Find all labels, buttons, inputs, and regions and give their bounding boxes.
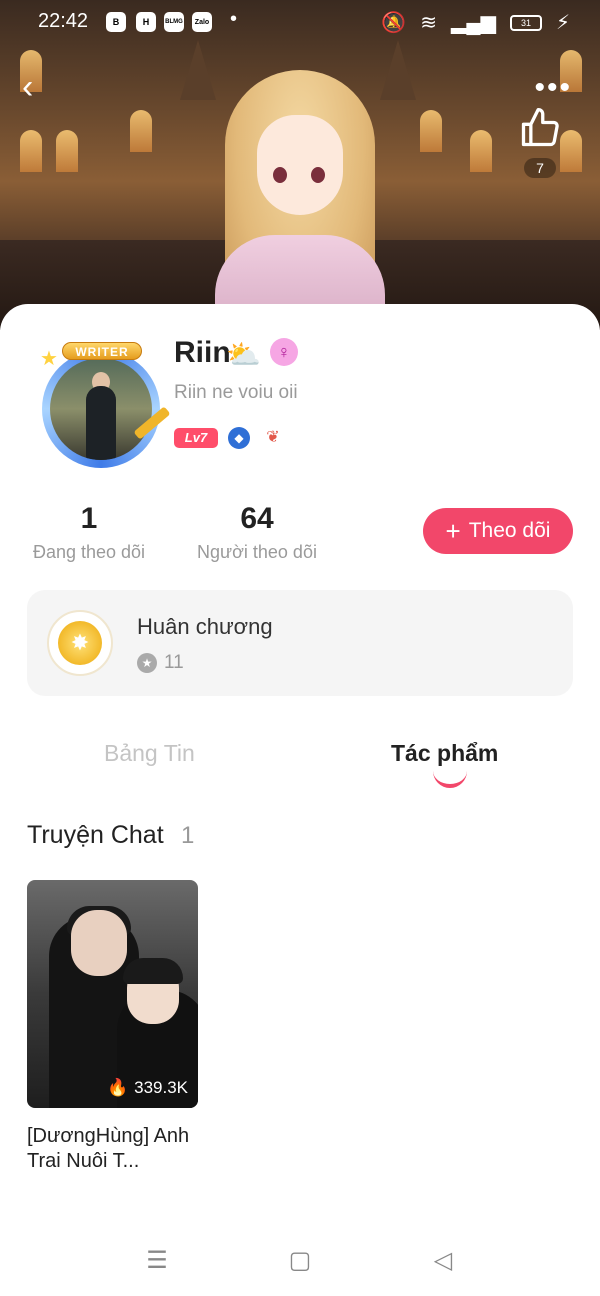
- followers-count: 64: [240, 502, 274, 535]
- section-count: 1: [181, 822, 195, 849]
- like-button[interactable]: [518, 106, 562, 155]
- star-icon: ★: [137, 653, 157, 673]
- female-gender-icon: ♀: [270, 338, 298, 366]
- following-stat[interactable]: 1 Đang theo dõi: [26, 502, 152, 563]
- fire-icon: 🔥: [106, 1078, 129, 1097]
- status-app-icon: B: [106, 12, 126, 32]
- writer-badge: WRITER: [62, 342, 142, 360]
- user-name: Riin: [174, 336, 231, 369]
- medal-icon: ✸: [47, 610, 113, 676]
- profile-banner: [0, 0, 600, 330]
- following-count: 1: [80, 502, 98, 535]
- battery-icon: 31: [509, 14, 542, 31]
- tab-feed[interactable]: Bảng Tin: [104, 740, 195, 767]
- medals-count: 11: [164, 652, 184, 673]
- status-app-icon: BLMG: [164, 12, 184, 32]
- home-icon[interactable]: ▢: [285, 1246, 315, 1276]
- medals-card[interactable]: ✸ Huân chương ★ 11: [27, 590, 573, 696]
- section-title: Truyện Chat: [27, 821, 164, 849]
- charging-icon: ⚡: [555, 12, 570, 34]
- following-label: Đang theo dõi: [32, 542, 146, 562]
- status-bar: 22:42 B H BLMG Zalo • 🔕 ≋ ▂▄▆ 31 ⚡: [0, 0, 600, 44]
- back-triangle-icon[interactable]: ◁: [428, 1246, 458, 1276]
- signal-icon: ▂▄▆: [451, 12, 496, 34]
- achievement-badge-icon[interactable]: ◆: [228, 427, 250, 449]
- wifi-icon: ≋: [420, 12, 438, 34]
- more-options-button[interactable]: •••: [534, 73, 572, 103]
- mute-icon: 🔕: [381, 12, 407, 34]
- work-title[interactable]: [DươngHùng] Anh Trai Nuôi T...: [27, 1124, 207, 1174]
- menu-icon[interactable]: ☰: [142, 1246, 172, 1276]
- status-dot-icon: •: [230, 8, 238, 30]
- wings-badge-icon[interactable]: ❦: [260, 427, 286, 449]
- anime-character-illustration: [205, 70, 395, 325]
- system-navigation-bar: ☰ ▢ ◁: [0, 1230, 600, 1296]
- weather-cloud-icon: ⛅: [226, 339, 261, 370]
- tab-works[interactable]: Tác phẩm: [391, 740, 498, 767]
- avatar-photo: [50, 358, 152, 460]
- back-button[interactable]: ‹: [22, 70, 58, 106]
- plus-icon: +: [445, 516, 461, 546]
- user-bio: Riin ne voiu oii: [174, 382, 298, 403]
- level-badge[interactable]: Lv7: [174, 428, 218, 448]
- followers-stat[interactable]: 64 Người theo dõi: [190, 502, 324, 563]
- follow-button-label: Theo dõi: [468, 519, 551, 542]
- followers-label: Người theo dõi: [197, 542, 317, 562]
- thumbs-up-icon: [521, 108, 559, 147]
- avatar[interactable]: WRITER ★: [36, 340, 171, 470]
- like-count: 7: [524, 158, 556, 178]
- status-app-icon: Zalo: [192, 12, 212, 32]
- status-app-icon: H: [136, 12, 156, 32]
- medals-title: Huân chương: [137, 614, 273, 639]
- views-count: 339.3K: [134, 1078, 188, 1097]
- status-time: 22:42: [38, 10, 89, 32]
- follow-button[interactable]: + Theo dõi: [423, 508, 573, 554]
- work-cover[interactable]: 🔥 339.3K: [27, 880, 198, 1108]
- star-icon: ★: [40, 348, 58, 370]
- views-badge: 🔥 339.3K: [107, 1078, 188, 1098]
